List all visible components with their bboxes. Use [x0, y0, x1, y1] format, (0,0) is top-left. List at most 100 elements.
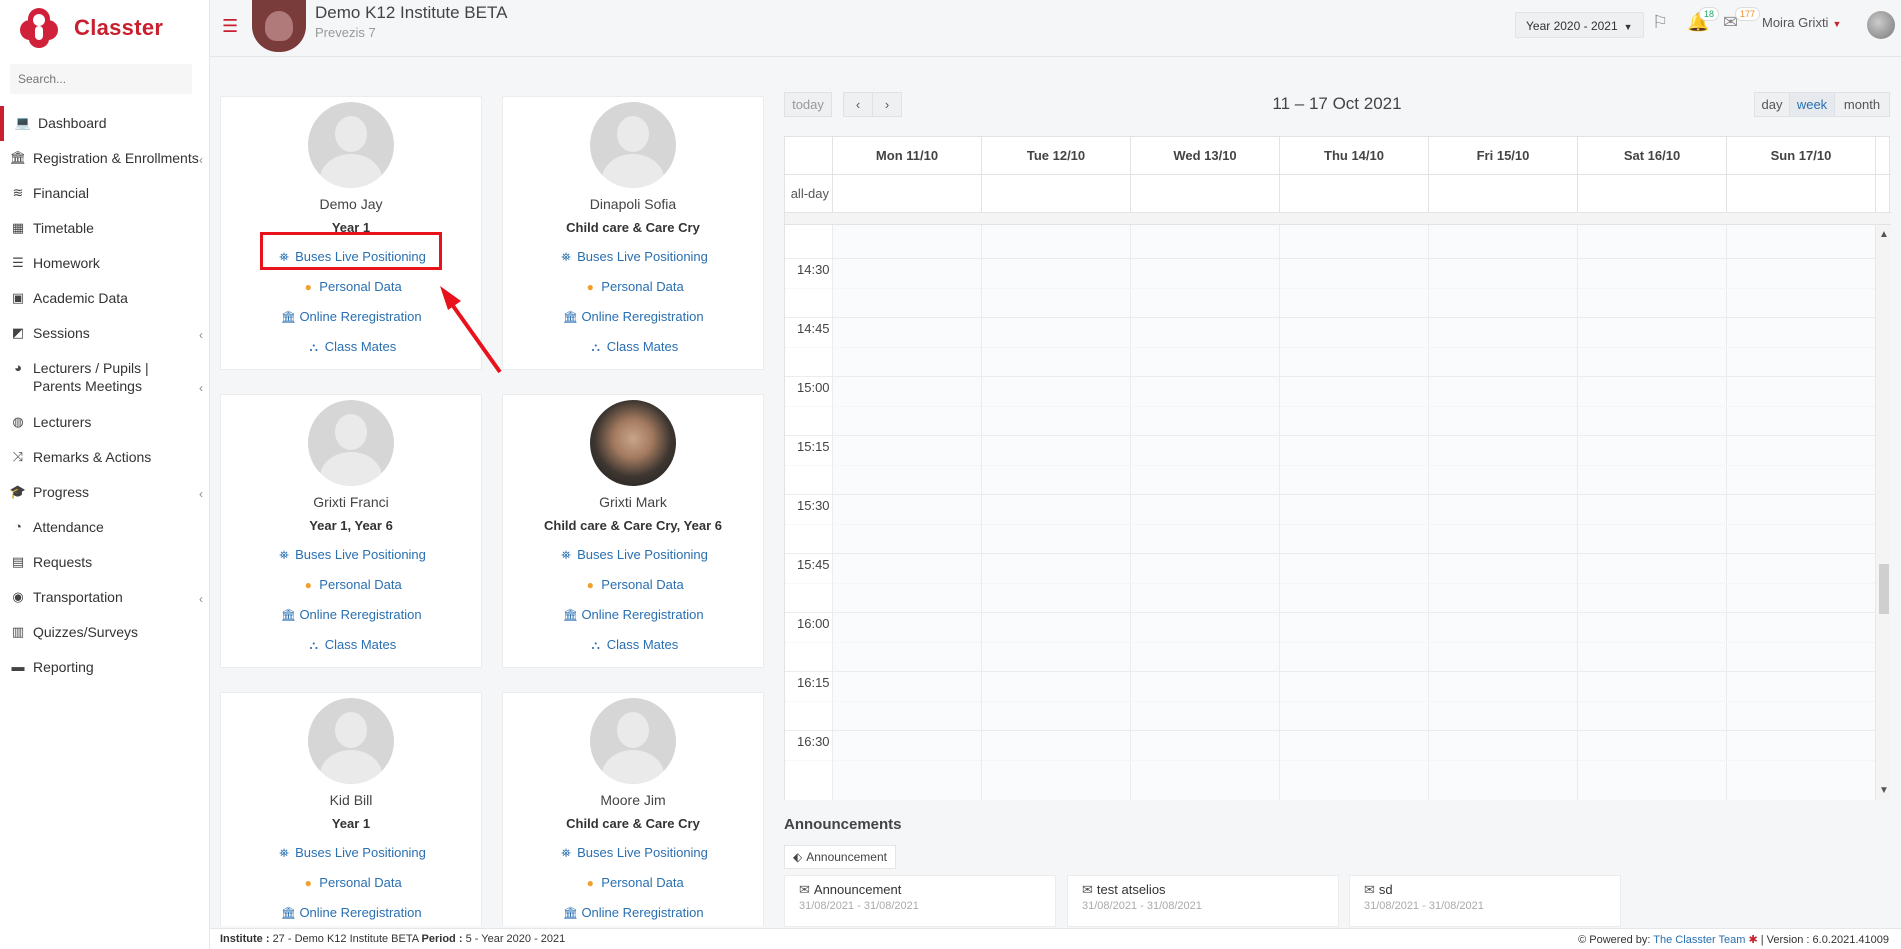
- buses-live-positioning-link[interactable]: ⛯ Buses Live Positioning: [503, 844, 763, 862]
- all-day-cell[interactable]: [1578, 175, 1727, 212]
- all-day-row: all-day: [785, 175, 1891, 213]
- sidebar-item-label: Registration & Enrollments: [33, 150, 199, 166]
- day-header: Wed 13/10: [1131, 137, 1280, 174]
- online-reregistration-link[interactable]: 🏛 Online Reregistration: [503, 308, 763, 326]
- time-grid[interactable]: 14:30 14:45 15:00 15:15 15:30 15:45 16:00 16:15…: [785, 225, 1875, 800]
- all-day-cell[interactable]: [833, 175, 982, 212]
- personal-data-link[interactable]: ● Personal Data: [221, 576, 481, 594]
- sidebar-item-meetings[interactable]: ◕ Lecturers / Pupils | Parents Meetings …: [0, 351, 209, 405]
- sidebar-item-registration[interactable]: 🏛 Registration & Enrollments ‹: [0, 141, 209, 176]
- sidebar-item-remarks[interactable]: ⤨ Remarks & Actions: [0, 440, 209, 475]
- class-mates-link[interactable]: ⛬ Class Mates: [503, 338, 763, 356]
- sidebar-item-lecturers[interactable]: ◍ Lecturers: [0, 405, 209, 440]
- sidebar-item-sessions[interactable]: ◩ Sessions ‹: [0, 316, 209, 351]
- month-view-button[interactable]: month: [1834, 92, 1890, 117]
- class-mates-link[interactable]: ⛬ Class Mates: [221, 636, 481, 654]
- online-reregistration-link[interactable]: 🏛 Online Reregistration: [221, 904, 481, 922]
- bell-icon[interactable]: 🔔 18: [1687, 7, 1720, 34]
- chevron-left-icon: ‹: [199, 153, 203, 167]
- class-mates-link[interactable]: ⛬ Class Mates: [221, 338, 481, 356]
- personal-data-link[interactable]: ● Personal Data: [503, 278, 763, 296]
- graduation-cap-icon: 🎓: [9, 484, 27, 499]
- online-reregistration-link[interactable]: 🏛 Online Reregistration: [503, 606, 763, 624]
- sidebar-item-progress[interactable]: 🎓 Progress ‹: [0, 475, 209, 510]
- sidebar-item-homework[interactable]: ☰ Homework: [0, 246, 209, 281]
- online-reregistration-link[interactable]: 🏛 Online Reregistration: [221, 606, 481, 624]
- time-slot-row: [785, 435, 1875, 436]
- envelope-icon[interactable]: ✉ 177: [1723, 7, 1761, 34]
- online-reregistration-link[interactable]: 🏛 Online Reregistration: [221, 308, 481, 326]
- announcement-card[interactable]: ✉ Announcement 31/08/2021 - 31/08/2021: [784, 875, 1056, 927]
- day-column[interactable]: [1131, 225, 1280, 800]
- sidebar-item-timetable[interactable]: ▦ Timetable: [0, 211, 209, 246]
- sidebar-item-financial[interactable]: ≋ Financial: [0, 176, 209, 211]
- personal-data-link[interactable]: ● Personal Data: [221, 874, 481, 892]
- time-slot-label: 14:30: [797, 262, 830, 277]
- map-marker-icon: ⛯: [561, 846, 571, 860]
- sidebar-item-quizzes[interactable]: ▥ Quizzes/Surveys: [0, 615, 209, 650]
- avatar[interactable]: [1867, 11, 1895, 39]
- day-header: Fri 15/10: [1429, 137, 1578, 174]
- user-icon: ●: [304, 578, 312, 592]
- users-icon: ⛬: [591, 340, 600, 354]
- all-day-cell[interactable]: [1280, 175, 1429, 212]
- personal-data-link[interactable]: ● Personal Data: [503, 576, 763, 594]
- buses-live-positioning-link[interactable]: ⛯ Buses Live Positioning: [221, 248, 481, 266]
- sidebar-item-dashboard[interactable]: 💻 Dashboard: [0, 106, 209, 141]
- sidebar-item-transportation[interactable]: ◉ Transportation ‹: [0, 580, 209, 615]
- day-header: Tue 12/10: [982, 137, 1131, 174]
- day-view-button[interactable]: day: [1754, 92, 1790, 117]
- sidebar-item-label: Timetable: [33, 220, 94, 236]
- student-grade: Child care & Care Cry: [566, 816, 700, 831]
- flag-icon[interactable]: ⚐: [1652, 12, 1674, 34]
- classter-team-link[interactable]: The Classter Team: [1653, 934, 1745, 946]
- week-view-button[interactable]: week: [1789, 92, 1835, 117]
- scrollbar-thumb[interactable]: [1879, 564, 1889, 614]
- announcement-card[interactable]: ✉ sd 31/08/2021 - 31/08/2021: [1349, 875, 1621, 927]
- all-day-cell[interactable]: [982, 175, 1131, 212]
- day-column[interactable]: [1578, 225, 1727, 800]
- sidebar-item-academic-data[interactable]: ▣ Academic Data: [0, 281, 209, 316]
- all-day-cell[interactable]: [1727, 175, 1876, 212]
- day-column[interactable]: [1727, 225, 1875, 800]
- day-column[interactable]: [982, 225, 1131, 800]
- buses-live-positioning-link[interactable]: ⛯ Buses Live Positioning: [221, 844, 481, 862]
- time-slot-row: [785, 671, 1875, 672]
- random-icon: ⤨: [12, 449, 24, 464]
- personal-data-link[interactable]: ● Personal Data: [221, 278, 481, 296]
- user-icon: ●: [586, 280, 594, 294]
- sidebar-item-label: Financial: [33, 185, 90, 201]
- student-photo-placeholder: [308, 698, 394, 784]
- user-icon: ●: [586, 578, 594, 592]
- student-card: Grixti Franci Year 1, Year 6 ⛯ Buses Live…: [220, 394, 482, 668]
- hamburger-menu-icon[interactable]: ☰: [222, 16, 238, 37]
- announcement-card[interactable]: ✉ test atselios 31/08/2021 - 31/08/2021: [1067, 875, 1339, 927]
- personal-data-link[interactable]: ● Personal Data: [503, 874, 763, 892]
- buses-live-positioning-link[interactable]: ⛯ Buses Live Positioning: [503, 248, 763, 266]
- all-day-cell[interactable]: [1131, 175, 1280, 212]
- student-cards: Demo Jay Year 1 ⛯ Buses Live Positioning …: [220, 96, 764, 926]
- student-name: Demo Jay: [319, 196, 383, 212]
- calendar-scrollbar[interactable]: ▲ ▼: [1875, 225, 1891, 800]
- online-reregistration-link[interactable]: 🏛 Online Reregistration: [503, 904, 763, 922]
- day-column[interactable]: [1429, 225, 1578, 800]
- brand[interactable]: Classter: [0, 0, 209, 56]
- sidebar-item-attendance[interactable]: ◔ Attendance: [0, 510, 209, 545]
- class-mates-link[interactable]: ⛬ Class Mates: [503, 636, 763, 654]
- day-column[interactable]: [833, 225, 982, 800]
- all-day-cell[interactable]: [1429, 175, 1578, 212]
- scroll-up-icon[interactable]: ▲: [1879, 229, 1889, 240]
- buses-live-positioning-link[interactable]: ⛯ Buses Live Positioning: [503, 546, 763, 564]
- announcement-tag-filter[interactable]: ⬖ Announcement: [784, 845, 896, 869]
- sidebar-item-requests[interactable]: ▤ Requests: [0, 545, 209, 580]
- buses-live-positioning-link[interactable]: ⛯ Buses Live Positioning: [221, 546, 481, 564]
- student-name: Kid Bill: [329, 792, 373, 808]
- laptop-icon: 💻: [14, 115, 32, 130]
- year-select[interactable]: Year 2020 - 2021 ▼: [1515, 12, 1644, 38]
- user-menu[interactable]: Moira Grixti ▼: [1762, 15, 1841, 30]
- day-column[interactable]: [1280, 225, 1429, 800]
- chevron-left-icon: ‹: [199, 487, 203, 501]
- scroll-down-icon[interactable]: ▼: [1879, 785, 1889, 796]
- search-input[interactable]: [10, 64, 192, 94]
- sidebar-item-reporting[interactable]: ▬ Reporting: [0, 650, 209, 685]
